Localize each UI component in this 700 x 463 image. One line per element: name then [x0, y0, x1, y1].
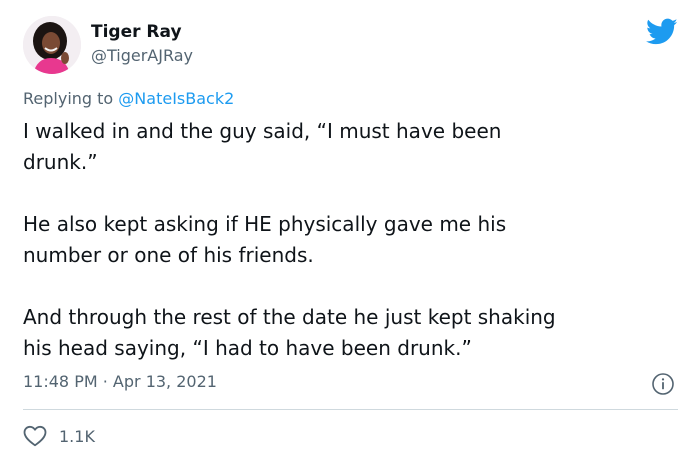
heart-icon — [23, 425, 47, 447]
like-count: 1.1K — [59, 426, 95, 446]
reply-mention-link[interactable]: @NateIsBack2 — [118, 89, 234, 108]
tweet-card: Tiger Ray @TigerAJRay Replying to @NateI… — [0, 0, 700, 463]
author-display-name[interactable]: Tiger Ray — [91, 22, 182, 42]
tweet-paragraph: He also kept asking if HE physically gav… — [23, 212, 507, 267]
info-icon[interactable] — [651, 372, 675, 396]
tweet-text: I walked in and the guy said, “I must ha… — [23, 116, 683, 364]
tweet-date: Apr 13, 2021 — [112, 372, 217, 391]
like-button[interactable]: 1.1K — [23, 425, 95, 447]
tweet-paragraph: And through the rest of the date he just… — [23, 305, 556, 360]
twitter-bird-icon[interactable] — [646, 18, 678, 46]
author-handle[interactable]: @TigerAJRay — [91, 46, 193, 65]
tweet-time: 11:48 PM — [23, 372, 98, 391]
reply-context: Replying to @NateIsBack2 — [23, 89, 234, 108]
avatar[interactable] — [23, 16, 81, 74]
meta-separator: · — [97, 372, 113, 391]
divider — [23, 409, 678, 410]
tweet-timestamp-link[interactable]: 11:48 PM · Apr 13, 2021 — [23, 372, 217, 391]
reply-prefix: Replying to — [23, 89, 119, 108]
tweet-paragraph: I walked in and the guy said, “I must ha… — [23, 119, 502, 174]
